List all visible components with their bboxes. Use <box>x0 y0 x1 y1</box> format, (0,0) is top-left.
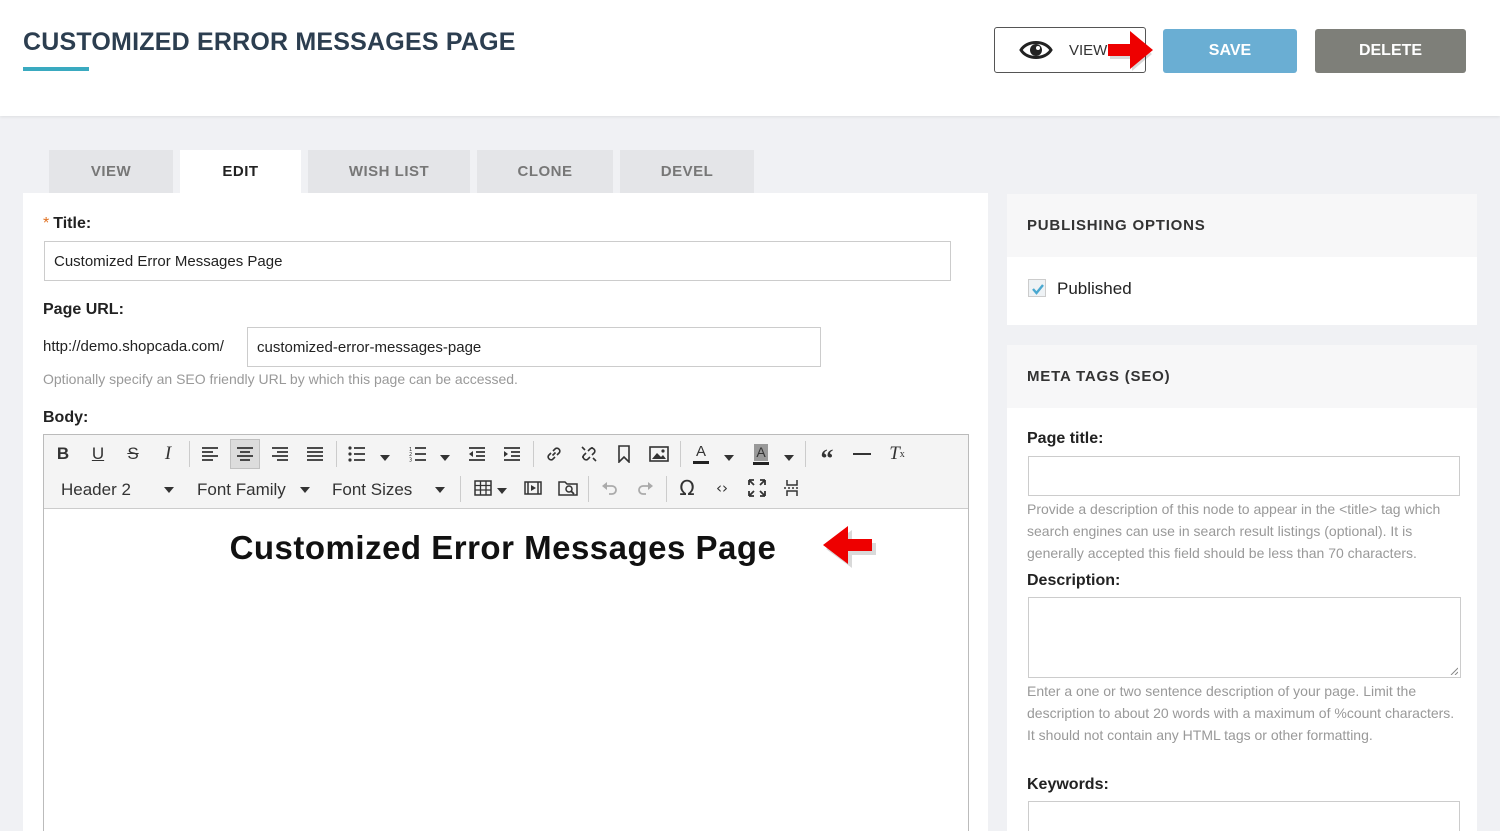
special-character-icon[interactable]: Ω <box>672 473 702 503</box>
background-color-caret-icon[interactable] <box>784 455 794 461</box>
strikethrough-icon[interactable]: S <box>118 439 148 469</box>
tab-devel[interactable]: DEVEL <box>620 150 754 193</box>
delete-button[interactable]: DELETE <box>1315 29 1466 73</box>
indent-icon[interactable] <box>497 439 527 469</box>
meta-tags-title: META TAGS (SEO) <box>1007 345 1477 408</box>
toolbar-divider <box>666 476 667 502</box>
outdent-icon[interactable] <box>462 439 492 469</box>
top-header: CUSTOMIZED ERROR MESSAGES PAGE VIEW SAVE… <box>0 0 1500 116</box>
align-left-icon[interactable] <box>195 439 225 469</box>
table-icon[interactable] <box>468 473 498 503</box>
fullscreen-icon[interactable] <box>742 473 772 503</box>
toolbar-divider <box>460 476 461 502</box>
align-right-icon[interactable] <box>265 439 295 469</box>
toolbar-divider <box>533 441 534 467</box>
publishing-options-box: PUBLISHING OPTIONS <box>1007 194 1477 325</box>
publishing-options-title: PUBLISHING OPTIONS <box>1007 194 1477 257</box>
svg-text:3: 3 <box>409 458 412 463</box>
toolbar-divider <box>805 441 806 467</box>
block-format-caret-icon[interactable] <box>164 487 174 493</box>
italic-icon[interactable]: I <box>153 439 183 469</box>
horizontal-rule-icon[interactable] <box>847 439 877 469</box>
unlink-icon[interactable] <box>574 439 604 469</box>
toolbar-divider <box>680 441 681 467</box>
tab-edit[interactable]: EDIT <box>180 150 301 194</box>
keywords-label: Keywords: <box>1027 776 1109 793</box>
numbered-list-caret-icon[interactable] <box>440 455 450 461</box>
resize-handle-icon[interactable] <box>1450 667 1458 675</box>
description-textarea[interactable] <box>1028 597 1461 678</box>
red-arrow-icon <box>1108 31 1153 71</box>
bookmark-anchor-icon[interactable] <box>609 439 639 469</box>
clear-formatting-icon[interactable]: Tx <box>882 439 912 469</box>
table-caret-icon[interactable] <box>497 488 507 494</box>
bold-icon[interactable]: B <box>48 439 78 469</box>
eye-icon <box>1019 41 1053 59</box>
text-color-icon[interactable]: A <box>686 439 716 469</box>
page-url-label: Page URL: <box>43 301 124 318</box>
image-browser-icon[interactable] <box>553 473 583 503</box>
description-help: Enter a one or two sentence description … <box>1027 683 1455 743</box>
bullet-list-caret-icon[interactable] <box>380 455 390 461</box>
media-icon[interactable] <box>518 473 548 503</box>
url-prefix: http://demo.shopcada.com/ <box>43 338 224 355</box>
keywords-input[interactable] <box>1028 801 1460 831</box>
blockquote-icon[interactable]: “ <box>812 439 842 473</box>
published-label: Published <box>1057 279 1132 298</box>
underline-icon[interactable]: U <box>83 439 113 469</box>
page-title-label: Page title: <box>1027 430 1104 447</box>
title-field-label: * Title: <box>43 215 92 232</box>
text-color-caret-icon[interactable] <box>724 455 734 461</box>
align-center-icon[interactable] <box>230 439 260 469</box>
body-label: Body: <box>43 409 89 426</box>
checkmark-icon <box>1032 284 1044 295</box>
toolbar-divider <box>336 441 337 467</box>
link-icon[interactable] <box>539 439 569 469</box>
red-arrow-icon <box>823 526 876 568</box>
redo-icon[interactable] <box>630 473 660 503</box>
page-break-icon[interactable] <box>777 473 807 503</box>
save-button[interactable]: SAVE <box>1163 29 1297 73</box>
page-title: CUSTOMIZED ERROR MESSAGES PAGE <box>23 28 516 56</box>
toolbar-divider <box>588 476 589 502</box>
required-marker: * <box>43 215 50 232</box>
url-help-text: Optionally specify an SEO friendly URL b… <box>43 371 518 387</box>
page-url-input[interactable]: customized-error-messages-page <box>247 327 821 367</box>
background-color-icon[interactable]: A <box>746 439 776 469</box>
published-checkbox[interactable] <box>1028 279 1046 297</box>
toolbar-divider <box>189 441 190 467</box>
font-family-caret-icon[interactable] <box>300 487 310 493</box>
editor-toolbar: B U S I 123 A A “ T x Header 2 Font Fami… <box>44 435 968 509</box>
title-input[interactable]: Customized Error Messages Page <box>44 241 951 281</box>
image-icon[interactable] <box>644 439 674 469</box>
block-format-dropdown[interactable]: Header 2 <box>61 480 131 500</box>
tab-view[interactable]: VIEW <box>49 150 173 193</box>
font-sizes-dropdown[interactable]: Font Sizes <box>332 480 412 500</box>
description-label: Description: <box>1027 572 1121 589</box>
tab-clone[interactable]: CLONE <box>477 150 613 193</box>
numbered-list-icon[interactable]: 123 <box>403 439 433 469</box>
font-family-dropdown[interactable]: Font Family <box>197 480 286 500</box>
tab-wish-list[interactable]: WISH LIST <box>308 150 470 193</box>
view-button-label: VIEW <box>1069 42 1108 59</box>
align-justify-icon[interactable] <box>300 439 330 469</box>
page-title-input[interactable] <box>1028 456 1460 496</box>
rich-text-editor: B U S I 123 A A “ T x Header 2 Font Fami… <box>43 434 969 831</box>
source-code-icon[interactable]: ‹› <box>707 473 737 503</box>
font-sizes-caret-icon[interactable] <box>435 487 445 493</box>
bullet-list-icon[interactable] <box>342 439 372 469</box>
undo-icon[interactable] <box>595 473 625 503</box>
title-underline <box>23 67 89 71</box>
page-title-help: Provide a description of this node to ap… <box>1027 501 1441 561</box>
